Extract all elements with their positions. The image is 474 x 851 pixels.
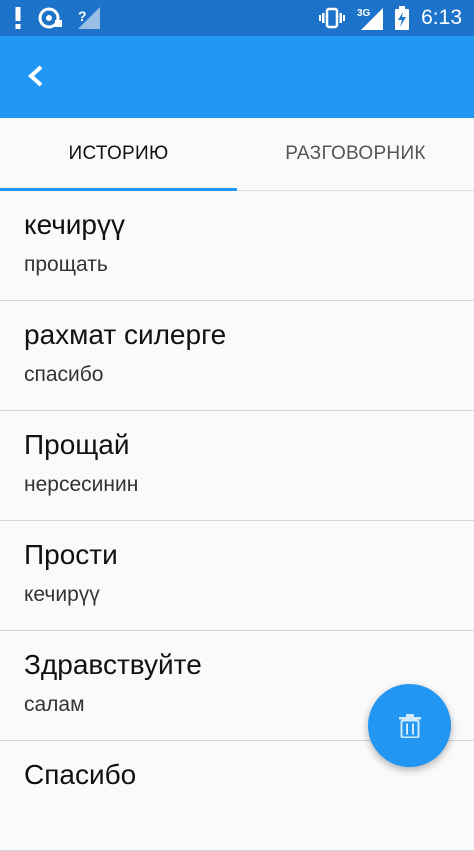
- sync-icon: [38, 7, 62, 29]
- item-primary-text: Прости: [24, 539, 118, 570]
- tab-phrasebook-label: РАЗГОВОРНИК: [285, 143, 426, 164]
- status-left-icons: ?: [14, 5, 100, 31]
- item-primary-text: Здравствуйте: [24, 649, 202, 680]
- item-primary-text: кечирүү: [24, 209, 126, 240]
- item-secondary-text: прощать: [24, 253, 108, 276]
- chevron-left-icon: [28, 65, 43, 87]
- list-item[interactable]: Прости кечирүү: [0, 521, 474, 631]
- item-secondary-text: салам: [24, 693, 85, 716]
- wifi-unknown-icon: ?: [78, 7, 100, 29]
- tab-history[interactable]: ИСТОРИЮ: [0, 118, 237, 190]
- item-secondary-text: нерсесинин: [24, 473, 139, 496]
- delete-history-button[interactable]: [368, 684, 451, 767]
- status-right-icons: 3G 6:13: [319, 5, 462, 31]
- item-primary-text: рахмат силерге: [24, 319, 227, 350]
- svg-text:?: ?: [78, 8, 87, 24]
- back-button[interactable]: [18, 58, 54, 94]
- item-secondary-text: кечирүү: [24, 583, 100, 606]
- list-item[interactable]: кечирүү прощать: [0, 191, 474, 301]
- list-item[interactable]: Прощай нерсесинин: [0, 411, 474, 521]
- status-time: 6:13: [421, 6, 462, 29]
- tab-history-label: ИСТОРИЮ: [68, 143, 169, 164]
- app-bar: [0, 36, 474, 118]
- battery-charging-icon: [395, 6, 410, 30]
- vibrate-icon: [319, 7, 346, 29]
- network-label: 3G: [357, 8, 371, 19]
- trash-icon: [398, 713, 421, 738]
- item-primary-text: Спасибо: [24, 759, 137, 790]
- list-item[interactable]: рахмат силерге спасибо: [0, 301, 474, 411]
- item-secondary-text: спасибо: [24, 363, 104, 386]
- alert-icon: [14, 7, 22, 29]
- status-bar: ? 3G 6:13: [0, 0, 474, 36]
- signal-3g-icon: 3G: [357, 6, 384, 30]
- tab-phrasebook[interactable]: РАЗГОВОРНИК: [237, 118, 474, 190]
- item-primary-text: Прощай: [24, 429, 130, 460]
- tab-bar: ИСТОРИЮ РАЗГОВОРНИК: [0, 118, 474, 191]
